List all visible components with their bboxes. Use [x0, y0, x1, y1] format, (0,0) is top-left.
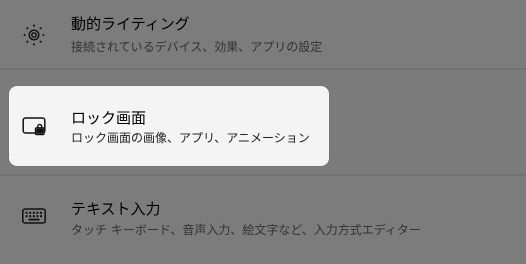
settings-list: 動的ライティング 接続されているデバイス、効果、アプリの設定 ロック画面 ロック…: [0, 0, 526, 264]
keyboard-icon: [21, 203, 47, 229]
settings-item-title: ロック画面: [71, 109, 147, 127]
lock-screen-icon: [21, 114, 47, 140]
settings-item-dynamic-lighting[interactable]: 動的ライティング 接続されているデバイス、効果、アプリの設定: [0, 0, 526, 70]
settings-item-title: テキスト入力: [71, 200, 161, 218]
dynamic-lighting-icon: [21, 22, 47, 48]
settings-item-subtitle: タッチ キーボード、音声入力、絵文字など、入力方式エディター: [71, 223, 421, 237]
settings-item-text-input[interactable]: テキスト入力 タッチ キーボード、音声入力、絵文字など、入力方式エディター: [0, 174, 526, 264]
settings-item-title: 動的ライティング: [71, 15, 190, 33]
settings-item-lock-screen[interactable]: ロック画面 ロック画面の画像、アプリ、アニメーション: [9, 86, 329, 166]
settings-item-subtitle: ロック画面の画像、アプリ、アニメーション: [71, 131, 310, 145]
settings-item-subtitle: 接続されているデバイス、効果、アプリの設定: [71, 40, 323, 54]
